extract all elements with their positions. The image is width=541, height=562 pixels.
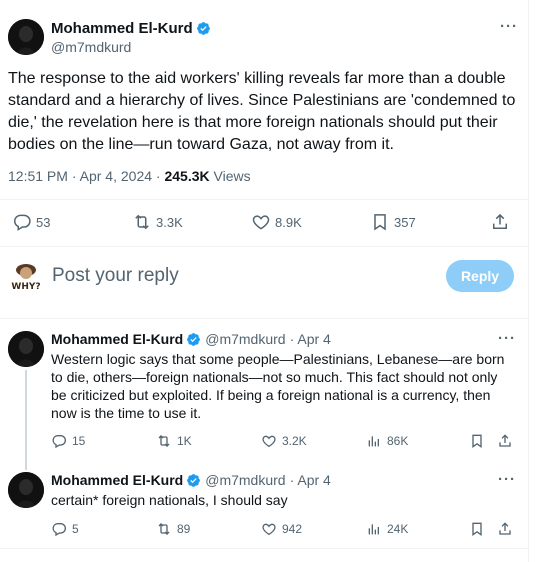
like-count: 3.2K [282, 434, 307, 448]
views-button[interactable]: 86K [366, 433, 408, 449]
bookmark-count: 357 [394, 214, 416, 230]
repost-count: 89 [177, 522, 191, 536]
reply-actions: 5 89 942 24K [51, 521, 513, 541]
reply-count: 15 [72, 434, 86, 448]
repost-count: 1K [177, 434, 192, 448]
divider [0, 199, 528, 200]
like-icon [262, 435, 276, 448]
bookmark-button[interactable] [469, 433, 485, 449]
post-detail-view: Mohammed El-Kurd @m7mdkurd ··· The respo… [0, 0, 541, 562]
reply-author-handle[interactable]: @m7mdkurd [205, 472, 285, 488]
repost-count: 3.3K [156, 214, 183, 230]
reply-input[interactable]: Post your reply [52, 265, 179, 287]
repost-button[interactable]: 89 [156, 521, 190, 537]
why-sticker-caption: WHY? [11, 282, 40, 292]
repost-button[interactable]: 1K [156, 433, 192, 449]
share-button[interactable] [497, 521, 513, 537]
reply-icon [52, 435, 66, 449]
tweet-actions: 53 3.3K 8.9K 357 [8, 212, 518, 234]
repost-icon [158, 435, 170, 447]
bookmark-icon [472, 434, 482, 448]
more-icon[interactable]: ··· [498, 472, 516, 487]
reply-submit-button[interactable]: Reply [446, 260, 514, 292]
reply-text: certain* foreign nationals, I should say [51, 492, 288, 508]
bookmark-icon [374, 214, 386, 231]
more-icon[interactable]: ··· [498, 331, 516, 346]
share-icon [499, 434, 511, 447]
why-sticker-icon: WHY? [8, 259, 44, 295]
like-count: 8.9K [275, 214, 302, 230]
views-icon [368, 436, 379, 447]
divider [0, 548, 528, 549]
meta-separator-2: · [155, 168, 161, 184]
like-icon [262, 523, 276, 536]
divider [0, 318, 528, 319]
thread-connector [25, 370, 27, 470]
reply-author-name-text[interactable]: Mohammed El-Kurd [51, 331, 183, 347]
tweet-date[interactable]: Apr 4, 2024 [80, 168, 152, 184]
reply-author-avatar[interactable] [8, 472, 44, 508]
reply-date[interactable]: · Apr 4 [290, 331, 331, 347]
repost-icon [158, 523, 170, 535]
like-button[interactable]: 942 [261, 521, 302, 537]
verified-badge-icon [196, 22, 210, 35]
divider [0, 246, 528, 247]
views-label: Views [213, 168, 251, 184]
reply-button[interactable]: 15 [51, 433, 85, 449]
bookmark-icon [472, 522, 482, 536]
repost-button[interactable]: 3.3K [132, 212, 183, 232]
views-icon [368, 524, 379, 535]
views-count: 245.3K [164, 168, 210, 184]
author-name[interactable]: Mohammed El-Kurd [51, 20, 211, 37]
reply-actions: 15 1K 3.2K 86K [51, 433, 513, 453]
author-name-text[interactable]: Mohammed El-Kurd [51, 20, 193, 37]
main-tweet-header: Mohammed El-Kurd @m7mdkurd ··· [8, 18, 520, 58]
bookmark-button[interactable]: 357 [370, 212, 416, 232]
reply-author-handle[interactable]: @m7mdkurd [205, 331, 285, 347]
like-button[interactable]: 3.2K [261, 433, 307, 449]
reply-author-avatar[interactable] [8, 331, 44, 367]
reply-icon [14, 214, 31, 231]
reply-text: Western logic says that some people—Pale… [51, 351, 505, 421]
reply-date[interactable]: · Apr 4 [290, 472, 331, 488]
verified-badge-icon [187, 332, 201, 346]
tweet-meta: 12:51 PM · Apr 4, 2024 · 245.3K Views [8, 168, 251, 184]
share-button[interactable] [497, 433, 513, 449]
views-button[interactable]: 24K [366, 521, 408, 537]
reply-button[interactable]: 53 [12, 212, 50, 232]
reply-header: Mohammed El-Kurd @m7mdkurd · Apr 4 [51, 331, 331, 347]
more-icon[interactable]: ··· [500, 19, 518, 34]
bookmark-button[interactable] [469, 521, 485, 537]
like-count: 942 [282, 522, 303, 536]
reply-count: 53 [36, 214, 51, 230]
column-border [528, 0, 529, 562]
share-icon [493, 213, 507, 229]
reply-count: 5 [72, 522, 79, 536]
repost-icon [135, 214, 149, 230]
reply-author-name[interactable]: Mohammed El-Kurd [51, 331, 201, 347]
views-count: 86K [387, 434, 409, 448]
author-handle[interactable]: @m7mdkurd [51, 39, 131, 55]
views-count: 24K [387, 522, 409, 536]
reply-button[interactable]: 5 [51, 521, 79, 537]
current-user-avatar[interactable]: WHY? [8, 259, 44, 295]
author-avatar[interactable] [8, 19, 44, 55]
verified-badge-icon [187, 473, 201, 487]
tweet-time[interactable]: 12:51 PM [8, 168, 68, 184]
meta-separator: · [71, 168, 77, 184]
tweet-text: The response to the aid workers' killing… [8, 70, 516, 153]
reply-author-name-text[interactable]: Mohammed El-Kurd [51, 472, 183, 488]
reply-composer: WHY? Post your reply Reply [8, 258, 518, 298]
reply-author-name[interactable]: Mohammed El-Kurd [51, 472, 201, 488]
share-button[interactable] [490, 212, 510, 232]
like-icon [252, 215, 270, 230]
reply-icon [52, 523, 66, 537]
reply-header: Mohammed El-Kurd @m7mdkurd · Apr 4 [51, 472, 331, 488]
like-button[interactable]: 8.9K [251, 212, 302, 232]
share-icon [499, 522, 511, 535]
